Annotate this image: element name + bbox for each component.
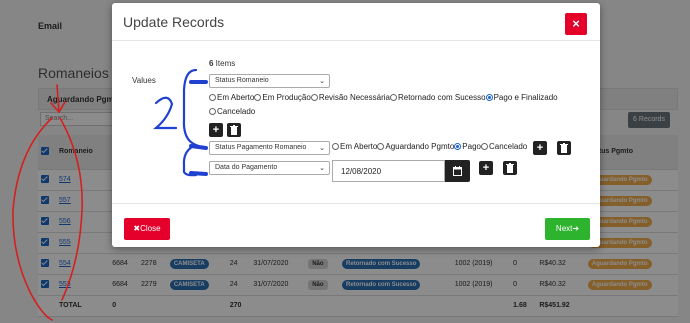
next-button[interactable]: Next➔: [545, 218, 590, 240]
trash-icon: [230, 125, 238, 135]
delete-field-button[interactable]: [227, 123, 241, 137]
radio-option[interactable]: Cancelado: [209, 107, 255, 116]
radio-label: Pago: [462, 142, 481, 151]
radio-label: Aguardando Pgmto: [385, 142, 455, 151]
items-count: 6 Items: [209, 59, 235, 68]
chevron-down-icon: ⌄: [319, 78, 325, 85]
radio-unchecked-icon[interactable]: [377, 143, 385, 150]
trash-icon: [560, 143, 568, 153]
radio-option[interactable]: Pago e Finalizado: [485, 93, 558, 102]
radio-option[interactable]: Aguardando Pgmto: [377, 142, 454, 151]
add-field-button[interactable]: +: [479, 161, 493, 175]
select-value: Status Pagamento Romaneio: [215, 144, 307, 151]
radio-option[interactable]: Em Aberto: [209, 93, 254, 102]
modal-footer: ✖Close Next➔: [112, 203, 600, 247]
radio-option[interactable]: Em Produção: [254, 93, 311, 102]
delete-field-button[interactable]: [503, 161, 517, 175]
values-label: Values: [132, 76, 156, 85]
radio-group-status-romaneio: Em Aberto Em Produção Revisão Necessária Re…: [209, 93, 558, 102]
radio-unchecked-icon[interactable]: [332, 143, 339, 150]
radio-unchecked-icon[interactable]: [209, 108, 216, 115]
field-select-status-romaneio[interactable]: Status Romaneio ⌄: [209, 74, 330, 88]
add-field-button[interactable]: +: [533, 141, 547, 155]
radio-option[interactable]: Cancelado: [480, 142, 528, 151]
close-button[interactable]: ✖Close: [124, 218, 170, 240]
radio-unchecked-icon[interactable]: [209, 94, 216, 101]
trash-icon: [506, 163, 514, 173]
radio-group-status-pagamento: Em Aberto Aguardando Pgmto Pago Cancelado: [332, 142, 527, 151]
add-field-button[interactable]: +: [209, 123, 223, 137]
radio-group-status-romaneio-line2: Cancelado: [209, 107, 255, 116]
radio-label: Em Aberto: [340, 142, 378, 151]
calendar-icon: [453, 166, 462, 176]
radio-option[interactable]: Em Aberto: [332, 142, 377, 151]
radio-option[interactable]: Pago: [454, 142, 481, 151]
radio-checked-icon[interactable]: [454, 143, 462, 150]
radio-label: Pago e Finalizado: [493, 93, 558, 102]
calendar-button[interactable]: [445, 160, 470, 182]
select-value: Data do Pagamento: [215, 164, 278, 171]
chevron-down-icon: ⌄: [319, 165, 325, 172]
delete-field-button[interactable]: [557, 141, 571, 155]
radio-label: Cancelado: [488, 142, 528, 151]
radio-label: Revisão Necessária: [318, 93, 390, 102]
chevron-down-icon: ⌄: [319, 145, 325, 152]
radio-option[interactable]: Retornado com Sucesso: [389, 93, 486, 102]
radio-label: Cancelado: [217, 107, 256, 116]
date-input[interactable]: 12/08/2020: [332, 160, 445, 182]
radio-label: Retornado com Sucesso: [397, 93, 486, 102]
modal-header: Update Records ×: [112, 3, 600, 41]
radio-checked-icon[interactable]: [485, 94, 493, 101]
modal-title: Update Records: [123, 14, 225, 30]
radio-unchecked-icon[interactable]: [480, 143, 488, 150]
radio-label: Em Aberto: [217, 93, 255, 102]
radio-unchecked-icon[interactable]: [254, 94, 262, 101]
radio-label: Em Produção: [262, 93, 311, 102]
field-select-status-pagamento[interactable]: Status Pagamento Romaneio ⌄: [209, 141, 330, 155]
radio-unchecked-icon[interactable]: [310, 94, 318, 101]
radio-unchecked-icon[interactable]: [389, 94, 397, 101]
close-icon[interactable]: ×: [565, 13, 587, 35]
field-select-data-pagamento[interactable]: Data do Pagamento ⌄: [209, 161, 330, 175]
update-records-modal: Update Records × 6 Items Values Status R…: [112, 3, 600, 247]
select-value: Status Romaneio: [215, 77, 269, 84]
items-count-suffix: Items: [213, 59, 236, 68]
radio-option[interactable]: Revisão Necessária: [310, 93, 390, 102]
